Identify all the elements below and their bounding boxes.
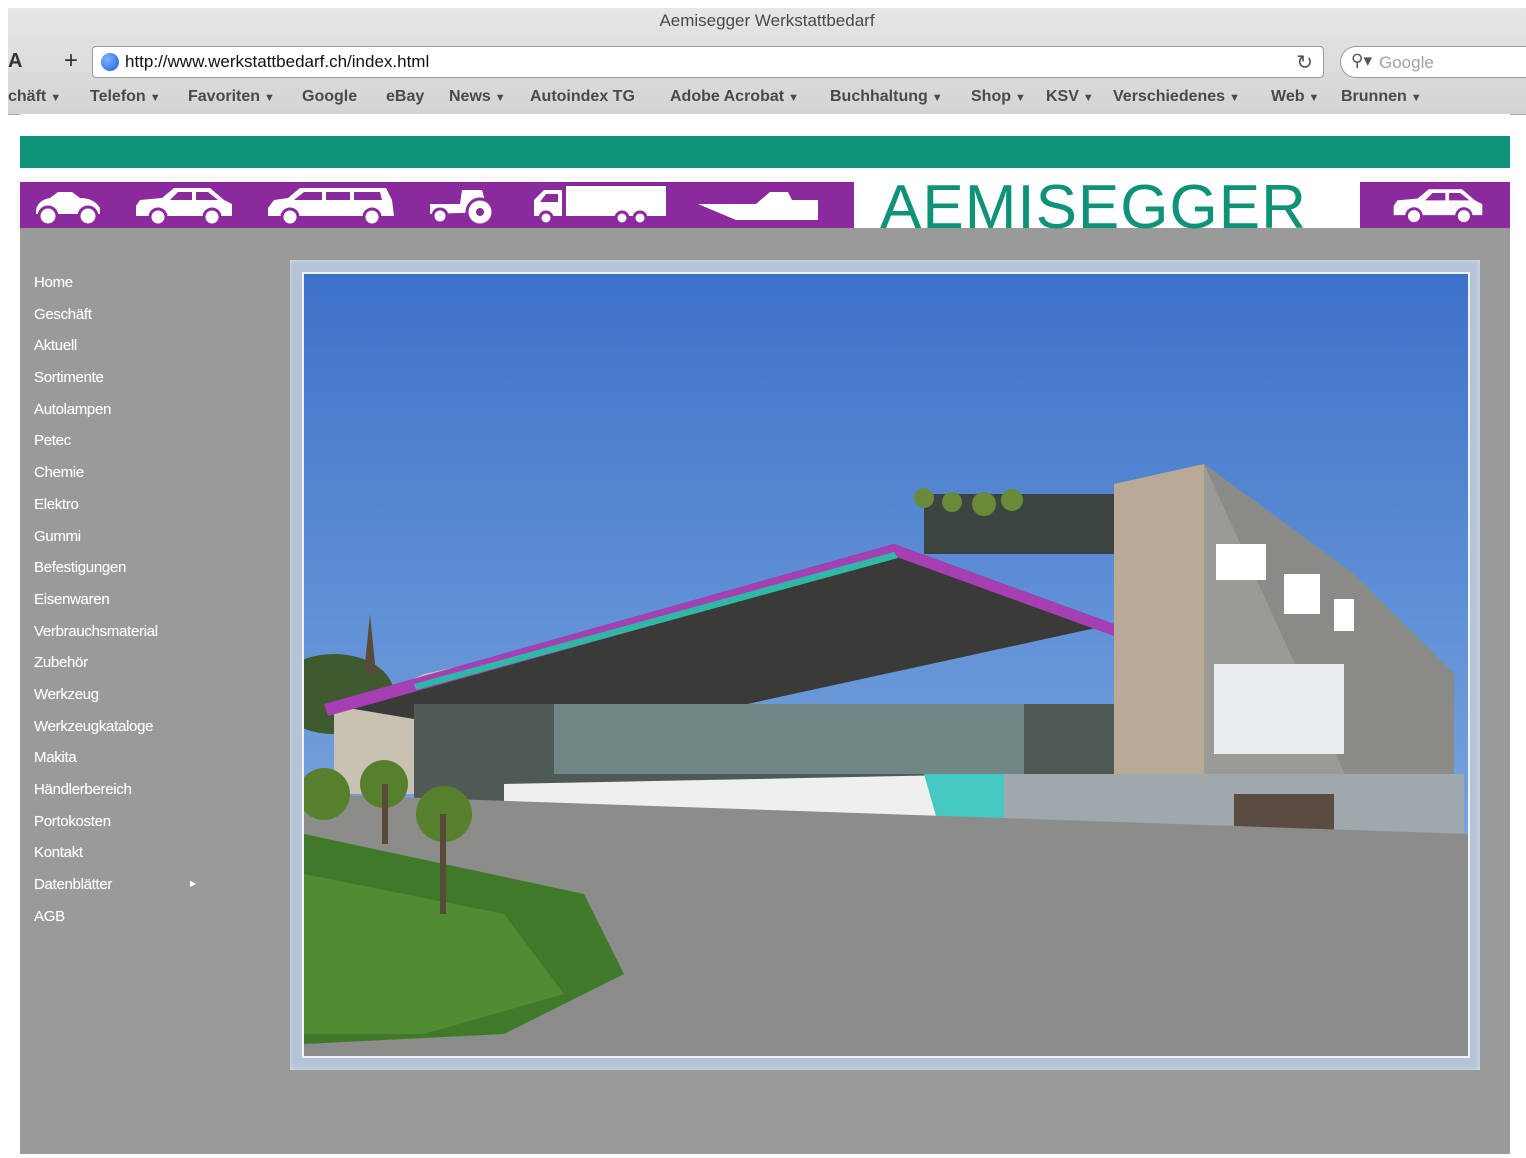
car-icon xyxy=(1393,189,1483,225)
bookmark-item[interactable]: Google xyxy=(302,88,357,106)
sidebar-nav: Home Geschäft Aktuell Sortimente Autolam… xyxy=(34,274,274,939)
web-page: AEMISEGGER Home Geschäft Aktuell Sortime… xyxy=(20,114,1510,1154)
bookmark-item[interactable]: Web ▼ xyxy=(1271,88,1319,106)
nav-item-gummi[interactable]: Gummi xyxy=(34,528,274,560)
search-icon[interactable]: ⚲▾ xyxy=(1351,51,1372,71)
bookmark-item[interactable]: KSV ▼ xyxy=(1046,88,1094,106)
nav-item-datenblaetter[interactable]: Datenblätter ▸ xyxy=(34,876,274,908)
search-input[interactable]: ⚲▾ Google xyxy=(1340,46,1526,78)
bookmark-item[interactable]: Brunnen ▼ xyxy=(1341,88,1422,106)
nav-item-haendlerbereich[interactable]: Händlerbereich xyxy=(34,781,274,813)
van-icon xyxy=(268,188,394,226)
nav-item-sortimente[interactable]: Sortimente xyxy=(34,369,274,401)
bookmark-item[interactable]: eBay xyxy=(386,88,424,106)
bookmark-item[interactable]: chäft ▼ xyxy=(8,88,61,106)
building-photo xyxy=(302,272,1470,1058)
nav-item-befestigungen[interactable]: Befestigungen xyxy=(34,559,274,591)
truck-trailer-icon xyxy=(534,186,666,226)
nav-item-petec[interactable]: Petec xyxy=(34,432,274,464)
boat-icon xyxy=(698,192,818,220)
add-bookmark-button[interactable]: + xyxy=(56,48,86,76)
quad-icon xyxy=(36,192,100,226)
bookmark-item[interactable]: Telefon ▼ xyxy=(90,88,161,106)
vehicle-strip xyxy=(20,182,854,228)
bookmarks-bar: chäft ▼ Telefon ▼ Favoriten ▼ Google eBay N… xyxy=(8,84,1526,110)
nav-item-geschaeft[interactable]: Geschäft xyxy=(34,306,274,338)
nav-item-elektro[interactable]: Elektro xyxy=(34,496,274,528)
bookmark-item[interactable]: Buchhaltung ▼ xyxy=(830,88,943,106)
address-bar[interactable]: http://www.werkstattbedarf.ch/index.html… xyxy=(92,46,1324,78)
nav-item-label: Datenblätter xyxy=(34,876,113,894)
reload-icon[interactable]: ↻ xyxy=(1296,50,1313,75)
page-top-strip xyxy=(20,114,1510,136)
nav-item-werkzeugkataloge[interactable]: Werkzeugkataloge xyxy=(34,718,274,750)
bookmark-item[interactable]: Favoriten ▼ xyxy=(188,88,275,106)
bookmark-item[interactable]: Verschiedenes ▼ xyxy=(1113,88,1240,106)
car-icon xyxy=(136,188,232,226)
submenu-arrow-icon: ▸ xyxy=(190,876,196,891)
vehicle-banner: AEMISEGGER xyxy=(20,173,1510,242)
building-photo-illustration xyxy=(304,274,1468,1056)
brand-logo-text: AEMISEGGER xyxy=(880,173,1307,242)
bookmark-item[interactable]: News ▼ xyxy=(449,88,506,106)
nav-item-zubehoer[interactable]: Zubehör xyxy=(34,654,274,686)
browser-chrome: Aemisegger Werkstattbedarf A + http://ww… xyxy=(8,8,1526,115)
nav-item-eisenwaren[interactable]: Eisenwaren xyxy=(34,591,274,623)
globe-icon xyxy=(101,53,119,71)
nav-item-agb[interactable]: AGB xyxy=(34,908,274,940)
nav-item-home[interactable]: Home xyxy=(34,274,274,306)
nav-item-portokosten[interactable]: Portokosten xyxy=(34,813,274,845)
hero-photo-frame xyxy=(290,260,1480,1070)
search-placeholder: Google xyxy=(1379,53,1434,72)
teal-header-band xyxy=(20,136,1510,168)
text-size-button[interactable]: A xyxy=(8,50,22,73)
vehicle-strip-right xyxy=(1360,182,1510,228)
bookmark-item[interactable]: Shop ▼ xyxy=(971,88,1026,106)
nav-item-verbrauchsmaterial[interactable]: Verbrauchsmaterial xyxy=(34,623,274,655)
nav-item-werkzeug[interactable]: Werkzeug xyxy=(34,686,274,718)
url-text[interactable]: http://www.werkstattbedarf.ch/index.html xyxy=(125,52,429,72)
nav-item-autolampen[interactable]: Autolampen xyxy=(34,401,274,433)
nav-item-makita[interactable]: Makita xyxy=(34,749,274,781)
bookmark-item[interactable]: Autoindex TG xyxy=(530,88,635,106)
bookmark-item[interactable]: Adobe Acrobat ▼ xyxy=(670,88,799,106)
nav-item-chemie[interactable]: Chemie xyxy=(34,464,274,496)
nav-item-aktuell[interactable]: Aktuell xyxy=(34,337,274,369)
nav-item-kontakt[interactable]: Kontakt xyxy=(34,844,274,876)
window-title: Aemisegger Werkstattbedarf xyxy=(659,11,875,30)
tractor-icon xyxy=(430,190,495,226)
